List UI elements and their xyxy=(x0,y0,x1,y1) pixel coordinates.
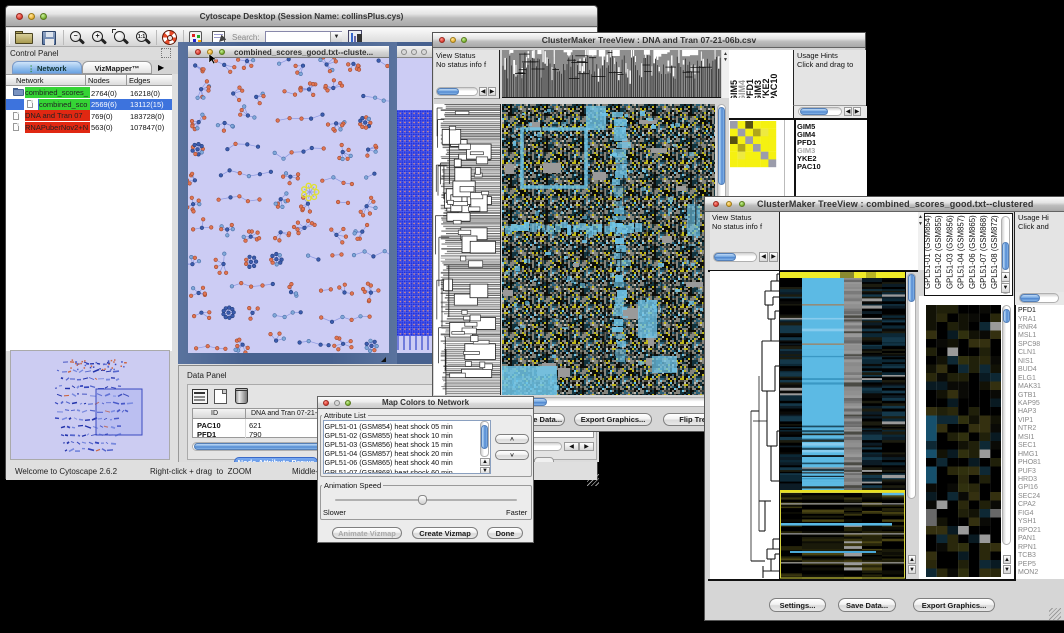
svg-text:GPL51-02 (GSM855): GPL51-02 (GSM855) xyxy=(934,215,943,289)
svg-text:GPL51-03 (GSM856): GPL51-03 (GSM856) xyxy=(945,215,954,289)
svg-text:GPL51-04 (GSM857): GPL51-04 (GSM857) xyxy=(957,215,966,289)
svg-text:GPL51-07 (GSM868): GPL51-07 (GSM868) xyxy=(979,215,988,289)
svg-text:GPL51-01 (GSM854): GPL51-01 (GSM854) xyxy=(925,215,932,289)
svg-text:GPL51-08 (GSM872): GPL51-08 (GSM872) xyxy=(990,215,999,289)
svg-text:GPL51-06 (GSM865): GPL51-06 (GSM865) xyxy=(968,215,977,289)
